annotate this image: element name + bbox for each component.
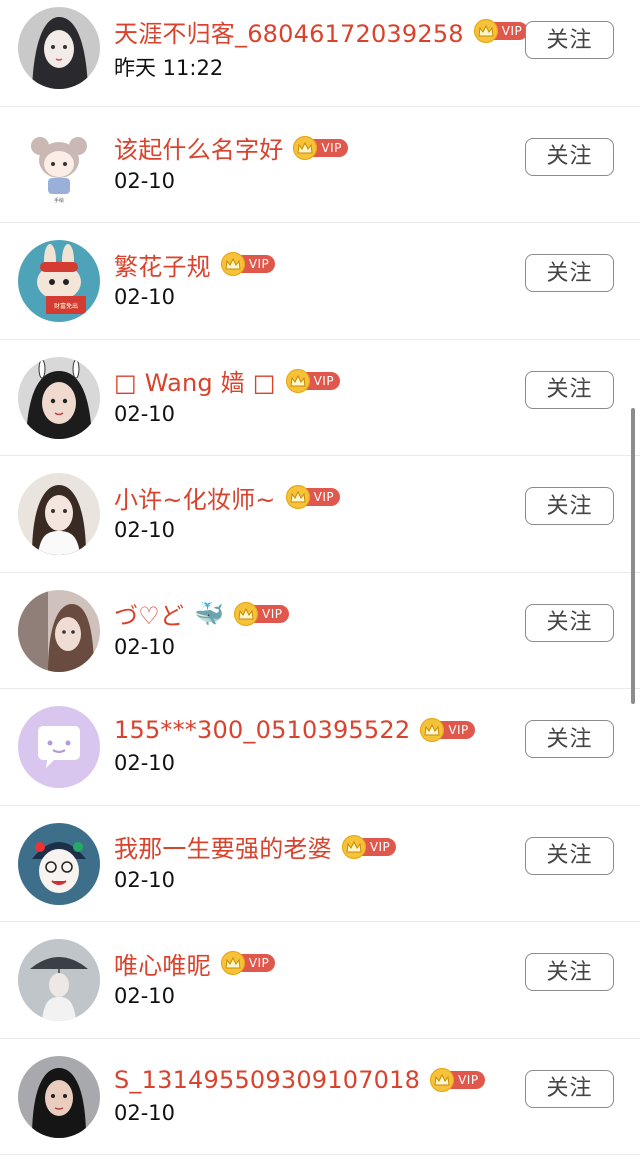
vip-badge: VIP — [220, 951, 276, 975]
avatar[interactable] — [18, 1055, 100, 1138]
name-line: 唯心唯昵 VIP — [114, 945, 276, 981]
follow-button[interactable]: 关注 — [525, 603, 614, 642]
avatar[interactable]: 手绘 — [18, 123, 100, 206]
follow-time: 02-10 — [114, 751, 176, 775]
user-name[interactable]: 我那一生要强的老婆 — [114, 829, 332, 864]
crown-icon — [285, 485, 310, 509]
user-name[interactable]: □ Wang 嫱 □ — [114, 363, 276, 398]
crown-icon — [220, 951, 245, 975]
avatar[interactable]: 财富免出 — [18, 240, 100, 322]
follow-button[interactable]: 关注 — [525, 137, 614, 176]
name-line: □ Wang 嫱 □ VIP — [114, 363, 341, 399]
avatar[interactable] — [18, 822, 100, 905]
follow-time: 02-10 — [114, 401, 176, 426]
follow-button[interactable]: 关注 — [525, 370, 614, 409]
crown-icon — [473, 19, 498, 43]
svg-text:财富免出: 财富免出 — [54, 302, 78, 310]
follow-button[interactable]: 关注 — [525, 836, 614, 875]
list-item[interactable]: 天涯不归客_68046172039258 VIP 昨天 11:22 关注 — [0, 0, 640, 107]
follow-button[interactable]: 关注 — [525, 254, 614, 292]
name-line: 该起什么名字好 VIP — [114, 130, 348, 166]
user-name[interactable]: 该起什么名字好 — [114, 130, 283, 165]
name-line: 繁花子规 VIP — [114, 246, 276, 282]
vip-badge: VIP — [341, 834, 397, 859]
name-line: S_131495509309107018 VIP — [114, 1062, 485, 1098]
crown-icon — [285, 368, 310, 393]
list-item[interactable]: づ♡ど 🐳 VIP 02-10 关注 — [0, 573, 640, 689]
user-name[interactable]: づ♡ど — [114, 596, 184, 631]
list-item[interactable]: 手绘 该起什么名字好 VIP 02-10 关注 — [0, 107, 640, 223]
vip-badge: VIP — [430, 1067, 485, 1092]
user-name[interactable]: S_131495509309107018 — [114, 1066, 420, 1094]
list-item[interactable]: 155***300_0510395522 VIP 02-10 关注 — [0, 689, 640, 806]
follow-time: 昨天 11:22 — [114, 56, 224, 80]
name-line: づ♡ど 🐳 VIP — [114, 596, 289, 632]
whale-emoji: 🐳 — [194, 599, 225, 628]
crown-icon — [293, 135, 318, 160]
follow-button[interactable]: 关注 — [525, 720, 614, 758]
avatar[interactable] — [18, 473, 100, 555]
user-name[interactable]: 唯心唯昵 — [114, 946, 211, 981]
scrollbar[interactable] — [631, 408, 635, 704]
list-item[interactable]: 财富免出 繁花子规 VIP 02-10 关注 — [0, 223, 640, 340]
list-item[interactable]: 唯心唯昵 VIP 02-10 关注 — [0, 922, 640, 1039]
crown-icon — [341, 834, 366, 859]
follow-button[interactable]: 关注 — [525, 1069, 614, 1108]
follow-time: 02-10 — [114, 518, 176, 542]
avatar[interactable] — [18, 7, 100, 89]
follow-time: 02-10 — [114, 168, 176, 193]
crown-icon — [234, 601, 259, 626]
follow-time: 02-10 — [114, 634, 176, 659]
list-item[interactable]: □ Wang 嫱 □ VIP 02-10 关注 — [0, 340, 640, 456]
vip-badge: VIP — [234, 601, 289, 626]
avatar[interactable] — [18, 589, 100, 672]
name-line: 155***300_0510395522 VIP — [114, 712, 475, 748]
follow-time: 02-10 — [114, 984, 176, 1008]
crown-icon — [430, 1067, 455, 1092]
user-name[interactable]: 繁花子规 — [114, 247, 211, 282]
vip-badge: VIP — [285, 368, 341, 393]
name-line: 我那一生要强的老婆 VIP — [114, 829, 397, 865]
vip-badge: VIP — [473, 19, 529, 43]
follow-time: 02-10 — [114, 285, 176, 309]
crown-icon — [220, 252, 245, 276]
follow-button[interactable]: 关注 — [525, 487, 614, 525]
vip-badge: VIP — [220, 252, 276, 276]
name-line: 天涯不归客_68046172039258 VIP — [114, 13, 529, 49]
user-name[interactable]: 155***300_0510395522 — [114, 716, 410, 744]
avatar[interactable] — [18, 706, 100, 788]
follow-button[interactable]: 关注 — [525, 21, 614, 59]
follow-time: 02-10 — [114, 1100, 176, 1125]
follow-button[interactable]: 关注 — [525, 953, 614, 991]
list-item[interactable]: 我那一生要强的老婆 VIP 02-10 关注 — [0, 806, 640, 922]
vip-badge: VIP — [293, 135, 348, 160]
list-item[interactable]: S_131495509309107018 VIP 02-10 关注 — [0, 1039, 640, 1155]
name-line: 小许~化妆师~ VIP — [114, 479, 341, 515]
follow-time: 02-10 — [114, 867, 176, 892]
avatar[interactable] — [18, 939, 100, 1021]
avatar[interactable] — [18, 356, 100, 439]
user-name[interactable]: 小许~化妆师~ — [114, 480, 276, 515]
follower-list: 天涯不归客_68046172039258 VIP 昨天 11:22 关注 手绘 … — [0, 0, 640, 1155]
user-name[interactable]: 天涯不归客_68046172039258 — [114, 14, 464, 49]
vip-badge: VIP — [420, 718, 475, 742]
list-item[interactable]: 小许~化妆师~ VIP 02-10 关注 — [0, 456, 640, 573]
vip-badge: VIP — [285, 485, 341, 509]
svg-text:手绘: 手绘 — [54, 197, 64, 204]
